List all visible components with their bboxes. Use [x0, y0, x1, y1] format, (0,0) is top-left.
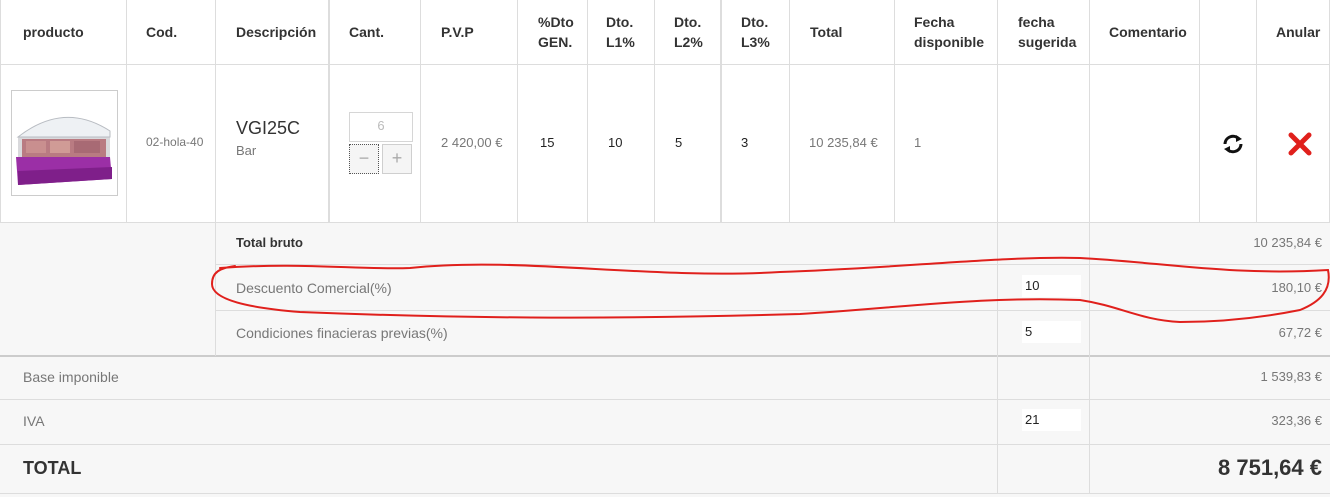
- total-bruto-value: 10 235,84 €: [1253, 235, 1322, 250]
- total-label: TOTAL: [23, 458, 82, 478]
- header-pvp: P.V.P: [441, 24, 474, 40]
- condiciones-value: 67,72 €: [1278, 325, 1322, 340]
- base-imponible-label: Base imponible: [23, 369, 119, 385]
- minus-icon: −: [358, 148, 370, 168]
- product-fecha-disponible: 1: [914, 135, 922, 150]
- descuento-comercial-value: 180,10 €: [1271, 280, 1322, 295]
- descuento-comercial-input[interactable]: 10: [1022, 275, 1081, 297]
- product-image[interactable]: [11, 90, 118, 196]
- product-dto-gen[interactable]: 15: [540, 135, 554, 150]
- header-cant: Cant.: [349, 24, 384, 40]
- quantity-increment-button[interactable]: +: [382, 144, 412, 174]
- product-total: 10 235,84 €: [809, 135, 878, 150]
- header-anular: Anular: [1276, 24, 1321, 40]
- base-imponible-value: 1 539,83 €: [1260, 369, 1322, 384]
- product-dto-l1[interactable]: 10: [608, 135, 622, 150]
- product-pvp: 2 420,00 €: [441, 135, 503, 150]
- descuento-comercial-label: Descuento Comercial(%): [236, 280, 392, 296]
- quantity-input[interactable]: 6: [349, 112, 413, 142]
- quantity-decrement-button[interactable]: −: [349, 144, 379, 174]
- header-fecha-sugerida: fecha sugerida: [1018, 14, 1077, 50]
- product-dto-l3[interactable]: 3: [741, 135, 748, 150]
- header-dto-gen: %Dto GEN.: [538, 14, 574, 50]
- header-fecha-disponible: Fecha disponible: [914, 14, 984, 50]
- display-case-icon: [16, 116, 112, 185]
- iva-label: IVA: [23, 413, 45, 429]
- plus-icon: +: [391, 148, 403, 168]
- header-producto: producto: [23, 24, 84, 40]
- header-dto-l2: Dto. L2%: [674, 14, 703, 50]
- condiciones-input[interactable]: 5: [1022, 321, 1081, 343]
- header-comentario: Comentario: [1109, 24, 1187, 40]
- header-dto-l1: Dto. L1%: [606, 14, 635, 50]
- total-bruto-label: Total bruto: [236, 235, 303, 250]
- product-name: VGI25C: [236, 118, 301, 138]
- product-code: 02-hola-40: [146, 135, 204, 149]
- delete-x-icon[interactable]: [1287, 131, 1313, 157]
- total-value: 8 751,64 €: [1218, 455, 1322, 480]
- condiciones-label: Condiciones finacieras previas(%): [236, 325, 448, 341]
- iva-input[interactable]: 21: [1022, 409, 1081, 431]
- iva-value: 323,36 €: [1271, 413, 1322, 428]
- header-cod: Cod.: [146, 24, 178, 40]
- header-dto-l3: Dto. L3%: [741, 14, 770, 50]
- header-descripcion: Descripción: [236, 24, 317, 40]
- product-subname: Bar: [236, 143, 257, 158]
- refresh-icon[interactable]: [1220, 131, 1246, 157]
- product-dto-l2[interactable]: 5: [675, 135, 682, 150]
- header-total: Total: [810, 24, 843, 40]
